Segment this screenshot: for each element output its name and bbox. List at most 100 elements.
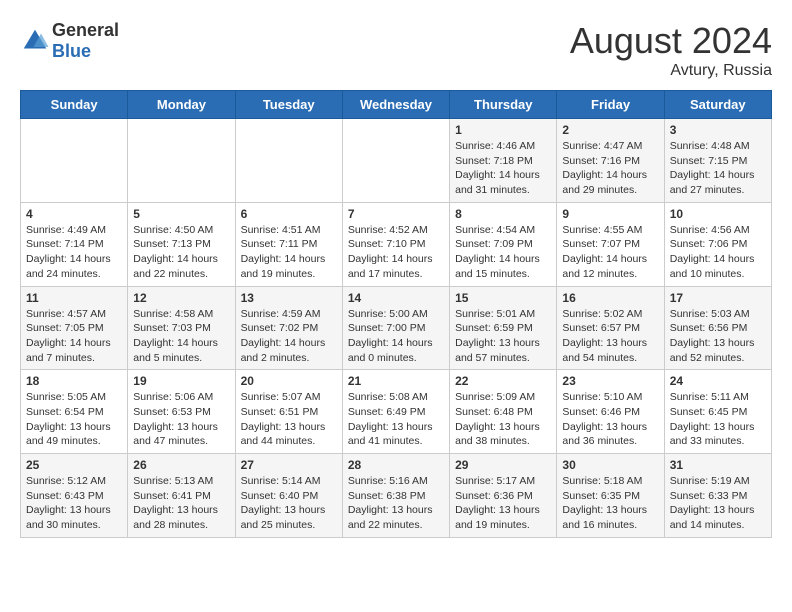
cell-content: Daylight: 14 hours xyxy=(455,168,551,183)
cell-content: Sunset: 6:35 PM xyxy=(562,489,658,504)
calendar-cell: 12Sunrise: 4:58 AMSunset: 7:03 PMDayligh… xyxy=(128,286,235,370)
day-number: 23 xyxy=(562,374,658,388)
cell-content: and 24 minutes. xyxy=(26,267,122,282)
cell-content: Daylight: 13 hours xyxy=(26,420,122,435)
cell-content: and 44 minutes. xyxy=(241,434,337,449)
cell-content: Sunset: 7:07 PM xyxy=(562,237,658,252)
day-number: 28 xyxy=(348,458,444,472)
calendar-cell: 25Sunrise: 5:12 AMSunset: 6:43 PMDayligh… xyxy=(21,454,128,538)
cell-content: Sunset: 6:57 PM xyxy=(562,321,658,336)
cell-content: Daylight: 13 hours xyxy=(348,420,444,435)
day-header-monday: Monday xyxy=(128,91,235,119)
calendar-cell: 2Sunrise: 4:47 AMSunset: 7:16 PMDaylight… xyxy=(557,119,664,203)
cell-content: Sunset: 6:45 PM xyxy=(670,405,766,420)
day-number: 14 xyxy=(348,291,444,305)
cell-content: Sunrise: 5:10 AM xyxy=(562,390,658,405)
cell-content: and 16 minutes. xyxy=(562,518,658,533)
day-header-friday: Friday xyxy=(557,91,664,119)
cell-content: Sunrise: 4:54 AM xyxy=(455,223,551,238)
cell-content: Daylight: 13 hours xyxy=(455,503,551,518)
logo-text: General Blue xyxy=(52,20,119,62)
cell-content: Sunset: 7:05 PM xyxy=(26,321,122,336)
cell-content: and 54 minutes. xyxy=(562,351,658,366)
day-number: 1 xyxy=(455,123,551,137)
cell-content: Sunset: 7:09 PM xyxy=(455,237,551,252)
calendar-cell: 14Sunrise: 5:00 AMSunset: 7:00 PMDayligh… xyxy=(342,286,449,370)
day-number: 10 xyxy=(670,207,766,221)
cell-content: and 22 minutes. xyxy=(348,518,444,533)
cell-content: Sunrise: 5:06 AM xyxy=(133,390,229,405)
cell-content: Sunrise: 5:09 AM xyxy=(455,390,551,405)
calendar-cell: 28Sunrise: 5:16 AMSunset: 6:38 PMDayligh… xyxy=(342,454,449,538)
calendar-cell: 10Sunrise: 4:56 AMSunset: 7:06 PMDayligh… xyxy=(664,202,771,286)
cell-content: and 22 minutes. xyxy=(133,267,229,282)
cell-content: and 57 minutes. xyxy=(455,351,551,366)
logo-icon xyxy=(20,26,50,56)
cell-content: Sunrise: 5:00 AM xyxy=(348,307,444,322)
day-header-wednesday: Wednesday xyxy=(342,91,449,119)
cell-content: Sunrise: 4:51 AM xyxy=(241,223,337,238)
cell-content: Sunset: 6:43 PM xyxy=(26,489,122,504)
calendar-cell: 15 Sunrise: 5:01 AMSunset: 6:59 PMDayligh… xyxy=(450,286,557,370)
cell-content: Sunrise: 5:08 AM xyxy=(348,390,444,405)
cell-content: and 47 minutes. xyxy=(133,434,229,449)
cell-content: Daylight: 13 hours xyxy=(562,336,658,351)
cell-content: Sunrise: 4:49 AM xyxy=(26,223,122,238)
cell-content: Sunset: 7:16 PM xyxy=(562,154,658,169)
cell-content: Daylight: 14 hours xyxy=(241,252,337,267)
calendar-cell: 18Sunrise: 5:05 AMSunset: 6:54 PMDayligh… xyxy=(21,370,128,454)
cell-content: and 0 minutes. xyxy=(348,351,444,366)
calendar-cell: 26Sunrise: 5:13 AMSunset: 6:41 PMDayligh… xyxy=(128,454,235,538)
cell-content: Daylight: 14 hours xyxy=(26,252,122,267)
cell-content: Sunset: 7:13 PM xyxy=(133,237,229,252)
cell-content: Sunrise: 5:14 AM xyxy=(241,474,337,489)
cell-content: Sunset: 6:59 PM xyxy=(455,321,551,336)
calendar-cell: 27Sunrise: 5:14 AMSunset: 6:40 PMDayligh… xyxy=(235,454,342,538)
cell-content: and 30 minutes. xyxy=(26,518,122,533)
logo: General Blue xyxy=(20,20,119,62)
cell-content: Daylight: 13 hours xyxy=(562,503,658,518)
calendar-cell: 31Sunrise: 5:19 AMSunset: 6:33 PMDayligh… xyxy=(664,454,771,538)
day-number: 11 xyxy=(26,291,122,305)
cell-content: Sunset: 7:10 PM xyxy=(348,237,444,252)
day-header-thursday: Thursday xyxy=(450,91,557,119)
cell-content: Sunset: 6:38 PM xyxy=(348,489,444,504)
cell-content: and 31 minutes. xyxy=(455,183,551,198)
day-number: 30 xyxy=(562,458,658,472)
day-number: 12 xyxy=(133,291,229,305)
cell-content: Sunset: 6:53 PM xyxy=(133,405,229,420)
cell-content: Daylight: 14 hours xyxy=(562,168,658,183)
cell-content: Daylight: 14 hours xyxy=(348,336,444,351)
day-number: 22 xyxy=(455,374,551,388)
day-number: 15 xyxy=(455,291,551,305)
calendar-cell: 11Sunrise: 4:57 AMSunset: 7:05 PMDayligh… xyxy=(21,286,128,370)
calendar-cell: 30Sunrise: 5:18 AMSunset: 6:35 PMDayligh… xyxy=(557,454,664,538)
day-number: 18 xyxy=(26,374,122,388)
day-number: 13 xyxy=(241,291,337,305)
calendar-cell xyxy=(235,119,342,203)
cell-content: Sunrise: 5:01 AM xyxy=(455,307,551,322)
cell-content: Sunset: 7:02 PM xyxy=(241,321,337,336)
month-year: August 2024 xyxy=(570,20,772,62)
day-number: 16 xyxy=(562,291,658,305)
cell-content: Daylight: 13 hours xyxy=(133,420,229,435)
day-header-saturday: Saturday xyxy=(664,91,771,119)
calendar-cell: 22Sunrise: 5:09 AMSunset: 6:48 PMDayligh… xyxy=(450,370,557,454)
cell-content: Sunset: 7:11 PM xyxy=(241,237,337,252)
cell-content: Sunrise: 4:48 AM xyxy=(670,139,766,154)
cell-content: and 14 minutes. xyxy=(670,518,766,533)
calendar-cell: 7Sunrise: 4:52 AMSunset: 7:10 PMDaylight… xyxy=(342,202,449,286)
calendar-cell: 13Sunrise: 4:59 AMSunset: 7:02 PMDayligh… xyxy=(235,286,342,370)
calendar-cell: 29Sunrise: 5:17 AMSunset: 6:36 PMDayligh… xyxy=(450,454,557,538)
day-number: 6 xyxy=(241,207,337,221)
day-number: 3 xyxy=(670,123,766,137)
cell-content: and 10 minutes. xyxy=(670,267,766,282)
calendar-cell: 24Sunrise: 5:11 AMSunset: 6:45 PMDayligh… xyxy=(664,370,771,454)
cell-content: Daylight: 13 hours xyxy=(455,336,551,351)
cell-content: and 2 minutes. xyxy=(241,351,337,366)
day-number: 27 xyxy=(241,458,337,472)
calendar-cell: 9Sunrise: 4:55 AMSunset: 7:07 PMDaylight… xyxy=(557,202,664,286)
cell-content: Sunset: 6:49 PM xyxy=(348,405,444,420)
page-header: General Blue August 2024 Avtury, Russia xyxy=(20,20,772,80)
cell-content: Sunrise: 5:17 AM xyxy=(455,474,551,489)
